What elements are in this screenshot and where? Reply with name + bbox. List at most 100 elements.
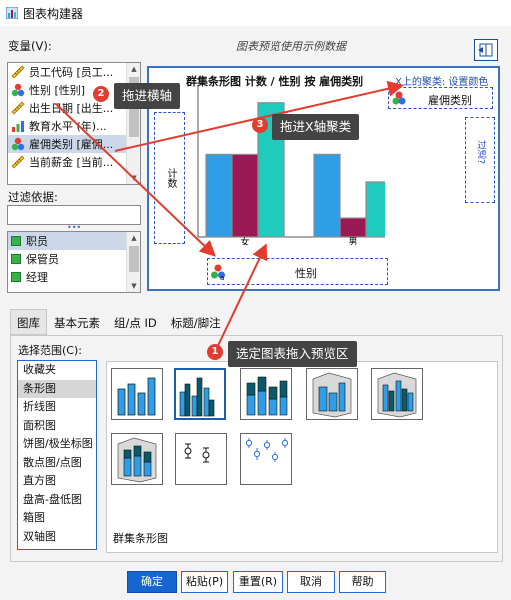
3d-clustered-bar-thumbnail[interactable] [371,368,423,420]
annotation-callout: 选定图表拖入预览区 [228,341,357,367]
filter-item[interactable]: 保管员 [8,250,140,268]
cancel-button[interactable]: 取消 [287,571,335,593]
panel-toggle-icon [478,43,493,57]
chart-type-item[interactable]: 收藏夹 [18,361,96,380]
simple-bar-thumbnail[interactable] [111,368,163,420]
nominal-icon [392,91,406,105]
filter-drop-label: 过滤? [475,140,486,165]
chart-type-item[interactable]: 条形图 [18,379,96,398]
window-title: 图表构建器 [23,6,84,21]
chart-type-item[interactable]: 散点图/点图 [18,454,96,473]
error-bar-thumbnail-icon [184,443,210,463]
choose-from-label: 选择范围(C): [18,344,82,357]
variable-label: 员工代码 [员工... [29,66,114,79]
nominal-icon: a [211,264,225,280]
annotation-badge: 3 [252,117,268,133]
filter-item-label: 职员 [26,235,48,248]
checked-category-icon[interactable] [11,272,21,282]
paste-button[interactable]: 粘贴(P) [181,571,228,593]
scroll-down-arrow[interactable]: ▼ [129,281,139,291]
chart-bar [365,181,385,238]
filter-item[interactable]: 经理 [8,268,140,286]
scroll-up-arrow[interactable]: ▲ [129,233,139,243]
variables-scrollbar[interactable]: ▲ ▼ [126,63,140,184]
x-tick-label: 女 [240,236,249,245]
help-button[interactable]: 帮助 [339,571,386,593]
variable-label: 性别 [性别] [29,84,86,97]
chart-type-item[interactable]: 面积图 [18,417,96,436]
3d-bar-thumbnail-icon [312,372,352,418]
clustered-bar-thumbnail[interactable] [174,368,226,420]
filter-item[interactable]: 职员 [8,232,140,250]
error-bar-thumbnail[interactable] [175,433,227,485]
variable-label: 雇佣类别 [雇佣... [29,138,114,151]
chart-type-item[interactable]: 折线图 [18,398,96,417]
variables-list[interactable]: 员工代码 [员工... 性别 [性别] 出生日期 [出生... 教育水平 (年)...… [7,62,141,185]
filter-input[interactable] [7,205,141,225]
preview-caption: 图表预览使用示例数据 [236,40,346,53]
clustered-error-bar-thumbnail-icon [245,438,289,462]
checked-category-icon[interactable] [11,236,21,246]
chart-bar [205,153,233,238]
checked-category-icon[interactable] [11,254,21,264]
scroll-up-arrow[interactable]: ▲ [129,64,139,74]
variable-label: 出生日期 [出生... [29,102,114,115]
ok-button[interactable]: 确定 [127,571,177,593]
scroll-down-arrow[interactable]: ▼ [129,173,139,183]
variable-item[interactable]: 教育水平 (年)... [8,117,140,135]
scale-ruler-icon [11,101,25,115]
tab-basic-elements[interactable]: 基本元素 [47,309,107,335]
gallery-tabs: 图库 基本元素 组/点 ID 标题/脚注 [10,309,228,335]
scale-ruler-icon [11,155,25,169]
filter-list[interactable]: 职员保管员经理 ▲ ▼ [7,231,141,293]
scale-ruler-icon [11,65,25,79]
variable-label: 当前薪金 [当前... [29,156,114,169]
chart-type-item[interactable]: 盘高-盘低图 [18,491,96,510]
svg-text:a: a [220,274,224,280]
clustered-error-bar-thumbnail[interactable] [240,433,292,485]
variable-item[interactable]: 员工代码 [员工... [8,63,140,81]
splitter-dots[interactable]: ••• [67,224,81,232]
cluster-variable-label: 雇佣类别 [428,94,472,107]
filter-scrollbar[interactable]: ▲ ▼ [126,232,140,292]
element-properties-button[interactable] [474,39,498,61]
filter-label: 过滤依据: [8,190,58,204]
tab-titles-footnotes[interactable]: 标题/脚注 [163,309,228,335]
ordinal-bars-icon [11,119,25,133]
nominal-icon [11,137,25,151]
stacked-bar-thumbnail[interactable] [240,368,292,420]
variable-label: 教育水平 (年)... [29,120,107,133]
title-bar: 图表构建器 [0,0,511,26]
chart-type-list[interactable]: 收藏夹 条形图 折线图 面积图 饼图/极坐标图 散点图/点图 直方图 盘高-盘低图 箱图 双轴图 [17,360,97,550]
annotation-badge: 1 [207,344,223,360]
3d-bar-thumbnail[interactable] [306,368,358,420]
x-tick-label: 男 [348,237,357,245]
scroll-thumb[interactable] [129,246,139,272]
simple-bar-thumbnail-icon [117,377,156,416]
tab-gallery[interactable]: 图库 [10,309,47,335]
chart-bar [231,153,259,238]
3d-stacked-bar-thumbnail-icon [117,437,157,483]
chart-bar [313,153,341,238]
chart-type-item[interactable]: 双轴图 [18,528,96,547]
chart-thumbnails-area [106,361,498,553]
variable-item[interactable]: 雇佣类别 [雇佣... [8,135,140,153]
chart-type-item[interactable]: 直方图 [18,472,96,491]
variable-item[interactable]: 当前薪金 [当前... [8,153,140,171]
clustered-bar-chart: 女男 [197,85,385,245]
chart-type-item[interactable]: 饼图/极坐标图 [18,435,96,454]
selected-chart-label: 群集条形图 [113,532,168,545]
filter-item-label: 保管员 [26,253,59,266]
filter-item-label: 经理 [26,271,48,284]
annotation-callout: 拖进横轴 [114,83,181,109]
reset-button[interactable]: 重置(R) [233,571,283,593]
3d-stacked-bar-thumbnail[interactable] [111,433,163,485]
cluster-color-link[interactable]: X上的聚类: 设置颜色 [395,73,488,88]
chart-type-item[interactable]: 箱图 [18,509,96,528]
stacked-bar-thumbnail-icon [246,376,288,416]
clustered-bar-thumbnail-icon [179,377,215,417]
annotation-callout: 拖进X轴聚类 [272,114,360,140]
x-axis-variable-label: 性别 [295,267,317,280]
variables-label: 变量(V): [8,39,52,53]
tab-groups-point-id[interactable]: 组/点 ID [107,309,164,335]
